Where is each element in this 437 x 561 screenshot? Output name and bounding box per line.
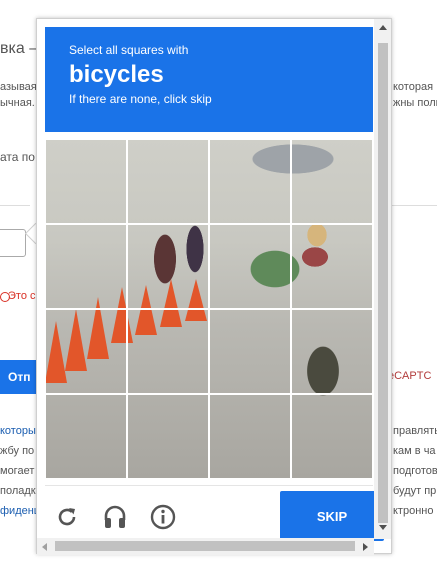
captcha-tile-r1-c1[interactable] — [45, 139, 127, 224]
bg-link-line[interactable]: которы — [0, 424, 36, 438]
bg-text-line: подготов — [393, 465, 437, 477]
bg-text-line: азывая — [0, 81, 37, 93]
bg-text-line: кам в ча — [393, 445, 436, 457]
captcha-image-grid — [45, 139, 373, 479]
captcha-tile-r2-c4[interactable] — [291, 224, 373, 309]
captcha-header: Select all squares with bicycles If ther… — [45, 27, 373, 132]
info-icon[interactable] — [149, 503, 177, 531]
captcha-tile-r4-c3[interactable] — [209, 394, 291, 479]
captcha-tile-r3-c2[interactable] — [127, 309, 209, 394]
captcha-tile-r4-c4[interactable] — [291, 394, 373, 479]
captcha-tile-r1-c4[interactable] — [291, 139, 373, 224]
footer-divider — [45, 485, 373, 486]
instruction-object: bicycles — [69, 61, 164, 88]
page-title-fragment: вка – — [0, 40, 39, 57]
submit-button[interactable]: Отп — [0, 360, 40, 394]
captcha-tile-r1-c3[interactable] — [209, 139, 291, 224]
captcha-tile-r3-c4[interactable] — [291, 309, 373, 394]
audio-icon[interactable] — [101, 503, 129, 531]
captcha-tile-r4-c1[interactable] — [45, 394, 127, 479]
reload-icon[interactable] — [53, 503, 81, 531]
captcha-popup: Select all squares with bicycles If ther… — [36, 18, 392, 555]
captcha-tile-r2-c3[interactable] — [209, 224, 291, 309]
scroll-down-icon[interactable] — [379, 525, 387, 530]
captcha-tile-r1-c2[interactable] — [127, 139, 209, 224]
bg-text-line: ычная. — [0, 97, 35, 109]
bg-text-line: жбу по — [0, 445, 35, 457]
captcha-tile-r2-c1[interactable] — [45, 224, 127, 309]
scroll-left-icon[interactable] — [42, 543, 47, 551]
scroll-up-icon[interactable] — [379, 25, 387, 30]
captcha-tile-r4-c2[interactable] — [127, 394, 209, 479]
recaptcha-text: eCAPTC — [388, 370, 432, 382]
horizontal-scroll-thumb[interactable] — [55, 541, 355, 551]
captcha-tile-r3-c1[interactable] — [45, 309, 127, 394]
bg-link-line[interactable]: фиденц — [0, 504, 40, 518]
bg-text-line: правлять — [393, 425, 437, 437]
captcha-tile-r3-c3[interactable] — [209, 309, 291, 394]
error-text: Это с — [8, 290, 36, 302]
skip-button[interactable]: SKIP — [280, 491, 384, 541]
vertical-scroll-thumb[interactable] — [378, 43, 388, 523]
bg-text-line: могает — [0, 465, 35, 477]
bg-text-line: поладк — [0, 485, 36, 497]
divider — [390, 205, 437, 206]
bg-text-line: ата по — [0, 150, 35, 164]
divider — [0, 205, 30, 206]
bg-text-line: жны полн — [393, 97, 437, 109]
background-input[interactable] — [0, 229, 26, 257]
bg-text-line: которая — [393, 81, 434, 93]
instruction-text: Select all squares with — [69, 43, 189, 57]
scroll-right-icon[interactable] — [363, 543, 368, 551]
instruction-subtext: If there are none, click skip — [69, 92, 212, 106]
bg-text-line: ктронно — [393, 505, 434, 517]
captcha-tile-r2-c2[interactable] — [127, 224, 209, 309]
bg-text-line: будут пр — [393, 485, 437, 497]
